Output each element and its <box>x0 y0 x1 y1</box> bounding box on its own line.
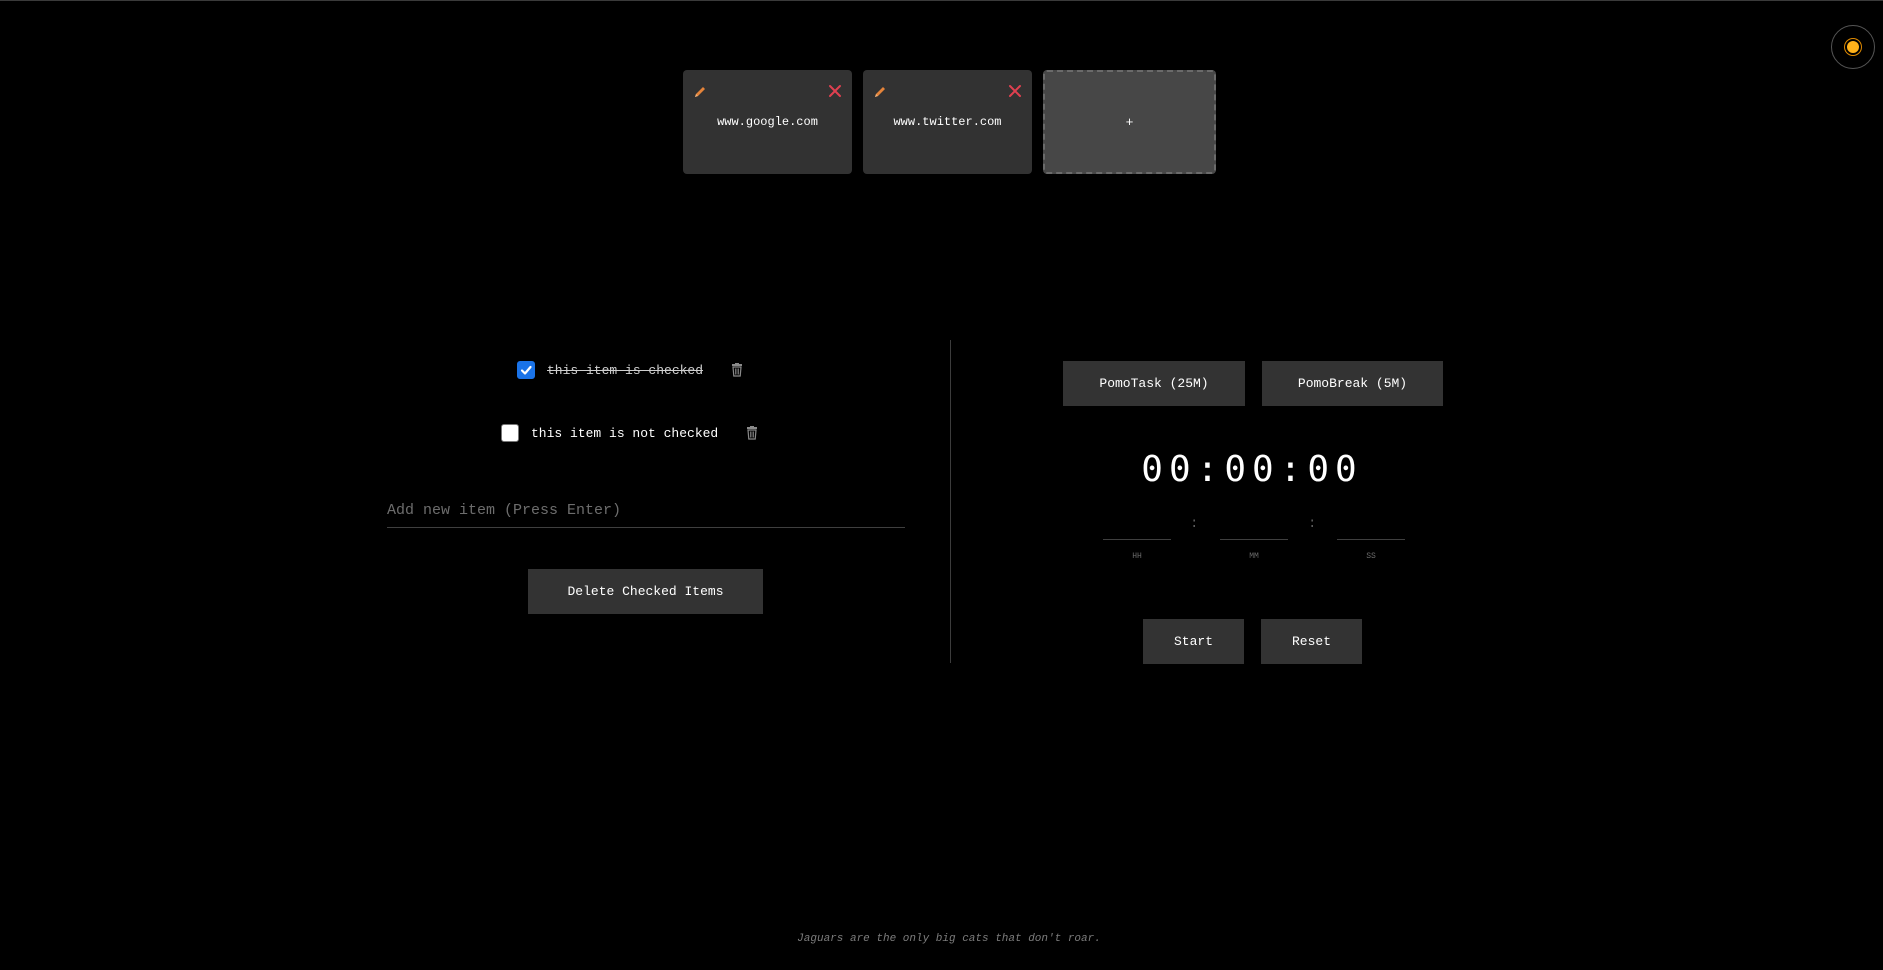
new-item-input[interactable] <box>387 494 905 528</box>
todo-item-label: this item is checked <box>547 362 704 378</box>
minutes-input[interactable] <box>1220 517 1288 540</box>
shortcut-card-google[interactable]: www.google.com <box>683 70 852 174</box>
seconds-input[interactable] <box>1337 517 1405 540</box>
shortcuts-bar: www.google.com www.twitter.com + <box>683 70 1216 174</box>
minutes-label: MM <box>1249 552 1259 561</box>
pencil-icon[interactable] <box>693 85 707 99</box>
start-button[interactable]: Start <box>1143 619 1244 664</box>
hours-label: HH <box>1132 552 1142 561</box>
reset-button[interactable]: Reset <box>1261 619 1362 664</box>
shortcut-url: www.google.com <box>717 115 818 129</box>
pomo-task-button[interactable]: PomoTask (25M) <box>1063 361 1245 406</box>
pomo-break-button[interactable]: PomoBreak (5M) <box>1262 361 1443 406</box>
time-separator: : <box>1308 516 1317 532</box>
page: www.google.com www.twitter.com + this it… <box>0 0 1883 970</box>
close-icon[interactable] <box>828 84 842 98</box>
todo-checkbox[interactable] <box>501 424 519 442</box>
todo-item: this item is checked <box>517 361 743 379</box>
sun-icon <box>1847 41 1859 53</box>
fun-fact: Jaguars are the only big cats that don't… <box>797 933 1101 945</box>
section-divider <box>950 340 951 663</box>
trash-icon[interactable] <box>731 363 743 377</box>
todo-checkbox[interactable] <box>517 361 535 379</box>
hours-input[interactable] <box>1103 517 1171 540</box>
time-separator: : <box>1190 516 1199 532</box>
theme-toggle-button[interactable] <box>1831 25 1875 69</box>
plus-icon: + <box>1125 114 1134 130</box>
trash-icon[interactable] <box>746 426 758 440</box>
pencil-icon[interactable] <box>873 85 887 99</box>
shortcut-url: www.twitter.com <box>893 115 1002 129</box>
close-icon[interactable] <box>1008 84 1022 98</box>
add-shortcut-button[interactable]: + <box>1043 70 1216 174</box>
checkmark-icon <box>520 365 532 375</box>
timer-display: 00:00:00 <box>1141 449 1363 490</box>
delete-checked-button[interactable]: Delete Checked Items <box>528 569 763 614</box>
seconds-label: SS <box>1366 552 1376 561</box>
todo-item: this item is not checked <box>501 424 758 442</box>
todo-item-label: this item is not checked <box>531 425 719 441</box>
shortcut-card-twitter[interactable]: www.twitter.com <box>863 70 1032 174</box>
